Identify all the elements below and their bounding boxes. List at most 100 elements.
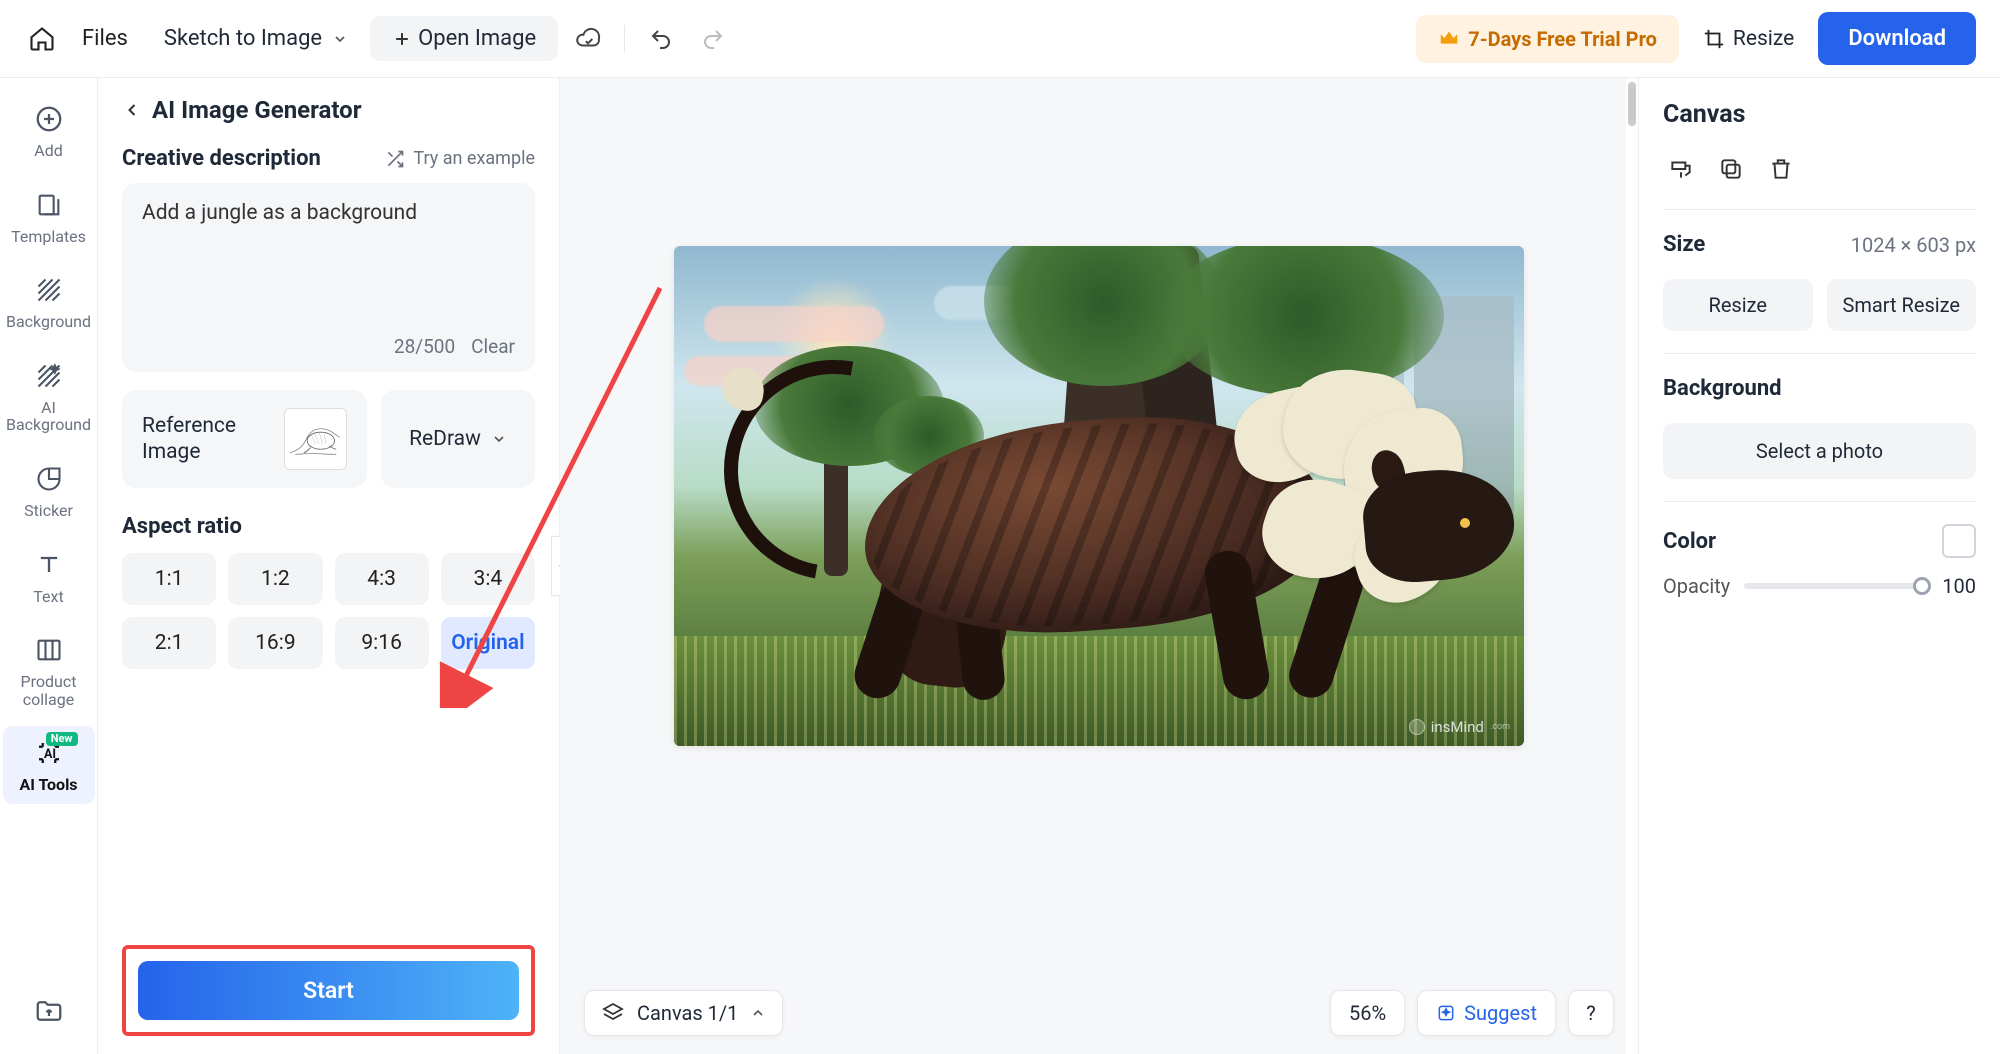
opacity-slider[interactable] [1744, 583, 1922, 589]
text-icon [35, 551, 63, 579]
start-button[interactable]: Start [138, 961, 519, 1020]
mode-dropdown[interactable]: Sketch to Image [150, 18, 362, 59]
resize-button[interactable]: Resize [1663, 279, 1813, 331]
color-swatch[interactable] [1942, 524, 1976, 558]
prompt-input[interactable] [142, 201, 515, 331]
reference-image-label: Reference Image [142, 413, 270, 466]
background-heading: Background [1663, 376, 1976, 401]
aspect-16-9[interactable]: 16:9 [228, 617, 322, 669]
section-description-title: Creative description [122, 146, 321, 171]
rail-upload[interactable] [3, 984, 95, 1054]
sparkle-icon [1436, 1003, 1456, 1023]
help-button[interactable]: ? [1568, 990, 1614, 1036]
top-bar: Files Sketch to Image Open Image 7-Days … [0, 0, 2000, 78]
open-image-label: Open Image [418, 26, 536, 51]
panel-title: AI Image Generator [152, 96, 362, 124]
undo-button[interactable] [639, 17, 683, 61]
opacity-label: Opacity [1663, 574, 1730, 598]
aspect-1-1[interactable]: 1:1 [122, 553, 216, 605]
copy-icon [1718, 156, 1744, 182]
redo-button[interactable] [691, 17, 735, 61]
upload-folder-icon [34, 996, 64, 1026]
reference-image-box[interactable]: Reference Image [122, 390, 367, 488]
resize-button-top[interactable]: Resize [1687, 17, 1810, 61]
generated-image[interactable]: insMind .com [674, 246, 1524, 746]
properties-panel: Canvas Size 1024 × 603 px Resize Smart R… [1638, 78, 2000, 1054]
rail-ai-tools[interactable]: AI New AI Tools [3, 726, 95, 804]
rail-background-label: Background [6, 313, 91, 331]
clear-button[interactable]: Clear [471, 335, 515, 358]
redraw-label: ReDraw [409, 427, 481, 451]
delete-tool-button[interactable] [1763, 151, 1799, 187]
aspect-3-4[interactable]: 3:4 [441, 553, 535, 605]
cloud-sync-button[interactable] [566, 17, 610, 61]
select-photo-button[interactable]: Select a photo [1663, 423, 1976, 479]
rail-add[interactable]: Add [3, 92, 95, 170]
crop-icon [1703, 28, 1725, 50]
separator [624, 25, 625, 53]
canvas-area[interactable]: insMind .com Canvas 1/1 56% [560, 78, 1638, 1054]
creature-illustration [744, 340, 1464, 700]
zoom-level[interactable]: 56% [1330, 990, 1405, 1036]
add-circle-icon [34, 104, 64, 134]
open-image-button[interactable]: Open Image [370, 16, 558, 61]
download-button[interactable]: Download [1818, 12, 1976, 65]
rail-ai-bg-label: AI Background [3, 399, 95, 434]
sticker-icon [35, 465, 63, 493]
rail-collage[interactable]: Product collage [3, 623, 95, 718]
chevron-left-icon [122, 100, 142, 120]
rail-templates-label: Templates [11, 228, 86, 246]
home-icon [28, 25, 56, 53]
style-tool-button[interactable] [1663, 151, 1699, 187]
rail-templates[interactable]: Templates [3, 178, 95, 256]
rail-collage-label: Product collage [3, 673, 95, 708]
rail-text[interactable]: Text [3, 538, 95, 616]
canvas-heading: Canvas [1663, 100, 1976, 129]
sketch-thumb-icon [285, 411, 346, 467]
aspect-4-3[interactable]: 4:3 [335, 553, 429, 605]
home-button[interactable] [24, 21, 60, 57]
aspect-2-1[interactable]: 2:1 [122, 617, 216, 669]
trash-icon [1768, 156, 1794, 182]
files-menu[interactable]: Files [68, 18, 142, 59]
panel-back-button[interactable] [122, 100, 142, 120]
generator-panel: AI Image Generator Creative description … [98, 78, 560, 1054]
hatch-icon [35, 276, 63, 304]
trial-button[interactable]: 7-Days Free Trial Pro [1416, 15, 1679, 63]
rail-ai-background[interactable]: AI Background [3, 349, 95, 444]
vertical-scrollbar[interactable] [1626, 78, 1638, 1054]
rail-sticker[interactable]: Sticker [3, 452, 95, 530]
aspect-1-2[interactable]: 1:2 [228, 553, 322, 605]
ai-bg-icon [35, 362, 63, 390]
rail-background[interactable]: Background [3, 263, 95, 341]
sidebar-rail: Add Templates Background AI Background S… [0, 78, 98, 1054]
crown-icon [1438, 28, 1460, 50]
copy-tool-button[interactable] [1713, 151, 1749, 187]
canvas-bottom-bar: Canvas 1/1 56% Suggest ? [584, 990, 1614, 1036]
size-label: Size [1663, 232, 1705, 257]
color-heading: Color [1663, 529, 1716, 554]
paint-icon [1668, 156, 1694, 182]
suggest-button[interactable]: Suggest [1417, 990, 1556, 1036]
aspect-original[interactable]: Original [441, 617, 535, 669]
canvas-layers-chip[interactable]: Canvas 1/1 [584, 990, 783, 1036]
aspect-9-16[interactable]: 9:16 [335, 617, 429, 669]
redo-icon [701, 27, 725, 51]
char-count: 28/500 [394, 335, 455, 358]
collage-icon [35, 636, 63, 664]
reference-thumbnail [284, 408, 347, 470]
trial-label: 7-Days Free Trial Pro [1468, 27, 1657, 51]
svg-text:AI: AI [44, 747, 56, 762]
new-badge: New [46, 732, 78, 746]
smart-resize-button[interactable]: Smart Resize [1827, 279, 1977, 331]
prompt-box: 28/500 Clear [122, 183, 535, 372]
mode-label: Sketch to Image [164, 26, 322, 51]
canvas-layers-label: Canvas 1/1 [637, 1001, 738, 1025]
try-example-label: Try an example [413, 148, 535, 169]
resize-label-top: Resize [1733, 27, 1794, 51]
rail-add-label: Add [34, 142, 62, 160]
redraw-dropdown[interactable]: ReDraw [381, 390, 535, 488]
size-value: 1024 × 603 px [1851, 233, 1976, 257]
chevron-down-icon [332, 31, 348, 47]
try-example-button[interactable]: Try an example [385, 148, 535, 169]
